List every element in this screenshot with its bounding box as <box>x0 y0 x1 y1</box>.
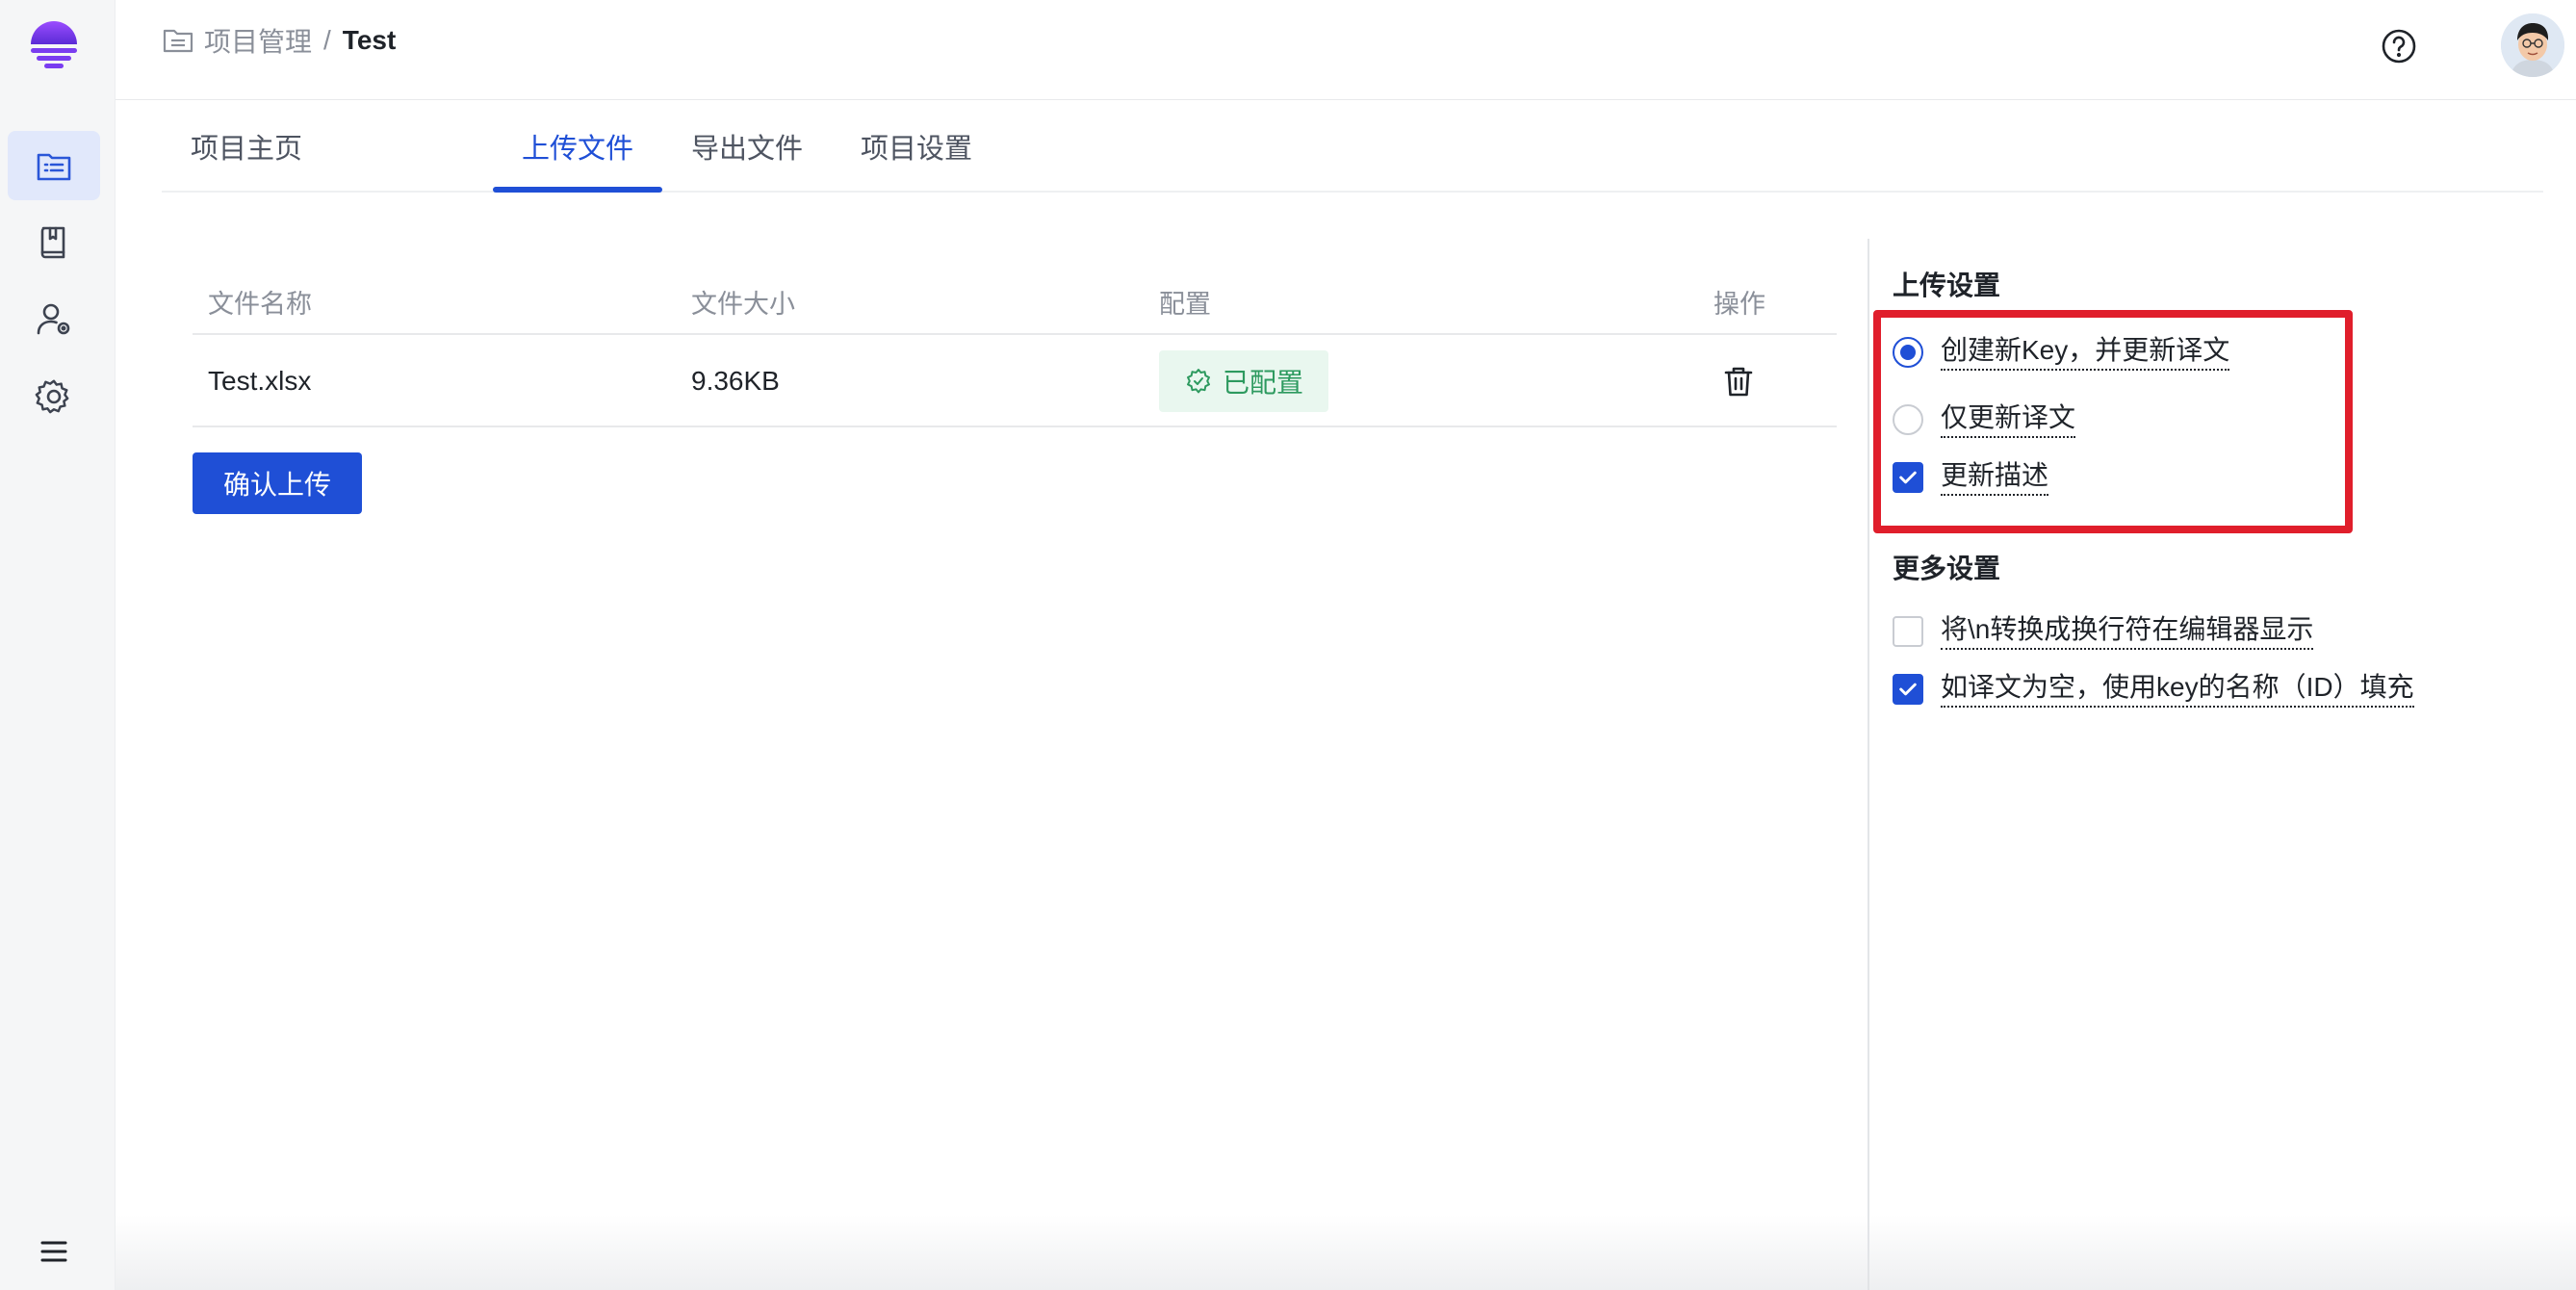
checkbox-convert-newline[interactable] <box>1893 616 1923 647</box>
gear-icon <box>35 379 69 414</box>
sidebar <box>0 0 116 1290</box>
radio-create-key[interactable] <box>1893 337 1923 368</box>
upload-settings-title: 上传设置 <box>1893 271 2001 300</box>
book-icon <box>40 226 65 259</box>
tab-export-file[interactable]: 导出文件 <box>662 100 832 193</box>
radio-update-only[interactable] <box>1893 404 1923 435</box>
column-header-file-name: 文件名称 <box>208 290 312 319</box>
panel-divider <box>1868 239 1869 1290</box>
folder-icon <box>163 29 193 53</box>
file-size-cell: 9.36KB <box>691 366 780 396</box>
tab-project-home[interactable]: 项目主页 <box>162 100 331 193</box>
gear-check-icon <box>1187 369 1210 394</box>
hamburger-menu-icon[interactable] <box>35 1232 73 1271</box>
configured-status-button[interactable]: 已配置 <box>1159 350 1329 412</box>
file-table: 文件名称 文件大小 配置 操作 Test.xlsx 9.36KB 已配置 <box>193 262 1837 427</box>
trash-icon <box>1724 367 1753 397</box>
column-header-actions: 操作 <box>1713 290 1765 319</box>
option-label: 更新描述 <box>1941 459 2049 496</box>
checkbox-update-description[interactable] <box>1893 462 1923 493</box>
breadcrumb-current: Test <box>342 25 397 55</box>
column-header-config: 配置 <box>1159 290 1211 319</box>
config-cell: 已配置 <box>1159 335 1329 427</box>
help-icon[interactable] <box>2380 27 2418 65</box>
file-name-cell: Test.xlsx <box>208 366 312 396</box>
avatar[interactable] <box>2501 13 2564 77</box>
option-label: 仅更新译文 <box>1941 401 2076 438</box>
project-tabs: 项目主页 上传文件 导出文件 项目设置 <box>162 100 2543 193</box>
checkmark-icon <box>1899 683 1917 696</box>
option-create-key-update-translation[interactable]: 创建新Key，并更新译文 <box>1893 333 2230 372</box>
option-update-translation-only[interactable]: 仅更新译文 <box>1893 400 2076 439</box>
option-label: 将\n转换成换行符在编辑器显示 <box>1941 613 2314 650</box>
breadcrumb-parent-link[interactable]: 项目管理 <box>204 21 312 60</box>
active-tab-indicator <box>493 187 662 193</box>
column-header-file-size: 文件大小 <box>691 290 795 319</box>
sidebar-item-projects[interactable] <box>8 131 100 200</box>
actions-cell <box>1721 335 1756 427</box>
option-label: 如译文为空，使用key的名称（ID）填充 <box>1941 671 2414 708</box>
confirm-upload-button[interactable]: 确认上传 <box>193 452 362 514</box>
option-convert-newline[interactable]: 将\n转换成换行符在编辑器显示 <box>1893 612 2314 651</box>
sidebar-item-glossary[interactable] <box>8 208 100 277</box>
option-update-description[interactable]: 更新描述 <box>1893 458 2049 497</box>
sidebar-item-members[interactable] <box>8 285 100 354</box>
tab-project-settings[interactable]: 项目设置 <box>832 100 1001 193</box>
checkmark-icon <box>1899 471 1917 484</box>
tab-upload-file[interactable]: 上传文件 <box>493 100 662 193</box>
top-header: 项目管理 / Test <box>116 0 2576 100</box>
checkbox-fill-empty-with-key[interactable] <box>1893 674 1923 705</box>
avatar-image <box>2501 13 2564 77</box>
bottom-fade <box>116 1215 2576 1290</box>
project-list-icon <box>37 153 71 181</box>
more-settings-title: 更多设置 <box>1893 554 2001 583</box>
table-row: Test.xlsx 9.36KB 已配置 <box>193 335 1837 427</box>
breadcrumb-separator: / <box>323 25 331 55</box>
breadcrumb: 项目管理 / Test <box>162 21 396 60</box>
app-logo[interactable] <box>27 19 81 73</box>
sidebar-item-settings[interactable] <box>8 362 100 431</box>
user-settings-icon <box>37 303 70 335</box>
configured-status-label: 已配置 <box>1223 368 1304 398</box>
option-label: 创建新Key，并更新译文 <box>1941 334 2230 371</box>
option-fill-empty-with-key[interactable]: 如译文为空，使用key的名称（ID）填充 <box>1893 670 2414 709</box>
delete-file-button[interactable] <box>1721 364 1756 399</box>
table-header-row: 文件名称 文件大小 配置 操作 <box>193 262 1837 335</box>
